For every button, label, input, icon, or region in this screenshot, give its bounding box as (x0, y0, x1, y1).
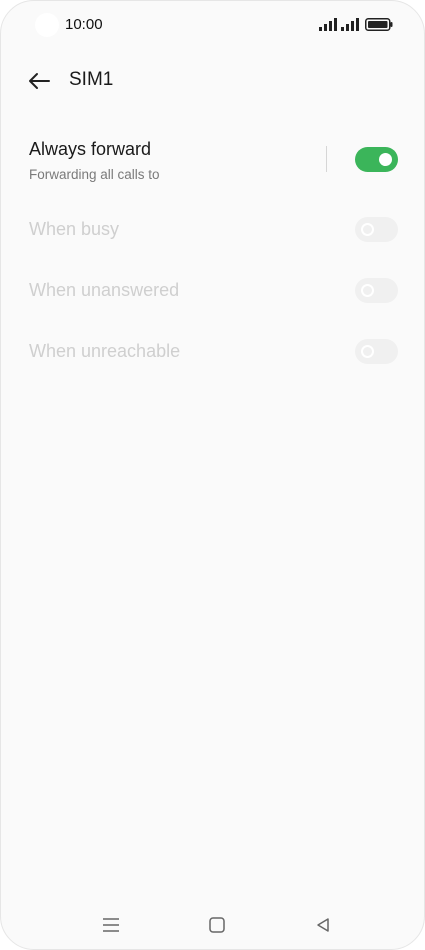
when-busy-toggle[interactable] (355, 217, 398, 242)
nav-menu-button[interactable] (97, 911, 125, 939)
toggle-knob (361, 284, 374, 297)
always-forward-toggle[interactable] (355, 147, 398, 172)
status-time: 10:00 (65, 16, 103, 33)
home-square-icon (209, 917, 225, 933)
setting-row-when-busy: When busy (1, 206, 424, 254)
toggle-knob (361, 223, 374, 236)
setting-title: When unreachable (29, 341, 181, 361)
setting-title: When unanswered (29, 280, 180, 300)
camera-cutout (35, 13, 59, 37)
nav-home-button[interactable] (203, 911, 231, 939)
row-divider (326, 146, 327, 172)
setting-title: Always forward (29, 139, 152, 159)
signal-icon (341, 18, 359, 31)
when-unanswered-toggle[interactable] (355, 278, 398, 303)
nav-back-button[interactable] (309, 911, 337, 939)
back-triangle-icon (317, 918, 329, 932)
setting-row-when-unreachable: When unreachable (1, 328, 424, 376)
setting-row-always-forward[interactable]: Always forward Forwarding all calls to (1, 129, 424, 199)
page-title: SIM1 (69, 69, 114, 90)
setting-row-when-unanswered: When unanswered (1, 267, 424, 315)
setting-subtitle: Forwarding all calls to (29, 167, 160, 182)
status-bar: 10:00 (1, 1, 424, 49)
arrow-left-icon (29, 73, 50, 89)
menu-icon (103, 918, 119, 932)
phone-screen: 10:00 SIM1 Always forward Forwarding all… (0, 0, 425, 950)
signal-icon (319, 18, 337, 31)
when-unreachable-toggle[interactable] (355, 339, 398, 364)
back-button[interactable] (23, 65, 55, 97)
setting-title: When busy (29, 219, 120, 239)
battery-icon (365, 18, 393, 31)
toggle-knob (379, 153, 392, 166)
toggle-knob (361, 345, 374, 358)
